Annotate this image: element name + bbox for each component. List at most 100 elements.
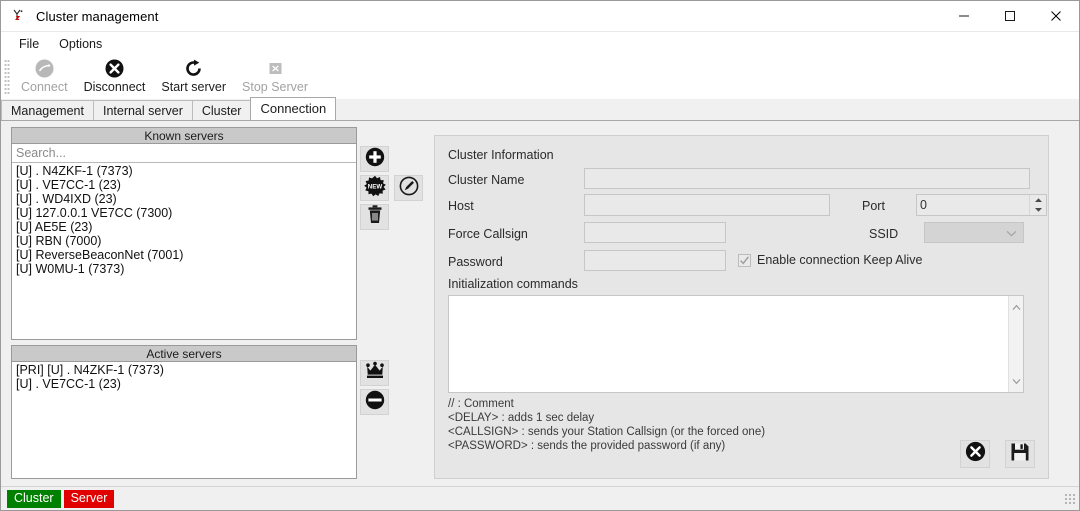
status-badge-server: Server [63,489,115,508]
svg-text:NEW: NEW [367,183,382,190]
init-commands-label: Initialization commands [448,277,578,291]
delete-server-button[interactable] [360,204,389,230]
connect-label: Connect [21,80,68,94]
menu-options[interactable]: Options [49,34,112,54]
active-servers-group: Active servers [PRI] [U] . N4ZKF-1 (7373… [11,345,357,479]
maximize-button[interactable] [987,1,1033,32]
chevron-down-icon [1006,224,1017,242]
init-commands-scrollbar[interactable] [1008,296,1023,392]
cluster-name-label: Cluster Name [448,173,525,187]
start-server-label: Start server [161,80,227,94]
port-input[interactable] [917,195,1029,215]
minimize-button[interactable] [941,1,987,32]
connect-button[interactable]: Connect [13,56,76,98]
list-item[interactable]: [U] . VE7CC-1 (23) [14,377,356,391]
force-callsign-label: Force Callsign [448,227,528,241]
port-spin-arrows [1029,195,1046,215]
trash-icon [365,204,385,231]
toolbar: Connect Disconnect Start server Stop Ser… [1,56,1079,100]
keepalive-checkbox-row[interactable]: Enable connection Keep Alive [738,253,922,267]
stop-server-label: Stop Server [242,80,309,94]
start-server-button[interactable]: Start server [153,56,234,98]
scroll-up-icon[interactable] [1012,298,1021,316]
status-badge-cluster: Cluster [7,489,61,508]
resize-grip[interactable] [1064,492,1076,505]
tab-strip: Management Internal server Cluster Conne… [1,97,1079,121]
stop-server-button[interactable]: Stop Server [234,56,316,98]
window-title: Cluster management [36,8,159,24]
new-server-button[interactable]: NEW [360,175,389,201]
help-line-callsign: <CALLSIGN> : sends your Station Callsign… [448,426,766,438]
list-item[interactable]: [U] ReverseBeaconNet (7001) [14,248,356,262]
antenna-icon [10,7,28,25]
known-servers-list[interactable]: [U] . N4ZKF-1 (7373) [U] . VE7CC-1 (23) … [12,163,356,338]
list-item[interactable]: [U] 127.0.0.1 VE7CC (7300) [14,206,356,220]
list-item[interactable]: [U] . VE7CC-1 (23) [14,178,356,192]
port-label: Port [862,199,885,213]
host-input[interactable] [584,194,830,216]
add-server-button[interactable] [360,146,389,172]
status-bar: Cluster Server [1,486,1079,510]
list-item[interactable]: [U] AE5E (23) [14,220,356,234]
list-item[interactable]: [PRI] [U] . N4ZKF-1 (7373) [14,363,356,377]
disconnect-label: Disconnect [83,80,146,94]
tab-internal-server[interactable]: Internal server [92,100,193,120]
window-controls [941,1,1079,32]
password-input[interactable] [584,250,726,271]
crown-icon [364,361,386,386]
new-burst-icon: NEW [363,175,387,202]
help-line-delay: <DELAY> : adds 1 sec delay [448,412,595,424]
close-button[interactable] [1033,1,1079,32]
scroll-down-icon[interactable] [1012,372,1021,390]
active-servers-list[interactable]: [PRI] [U] . N4ZKF-1 (7373) [U] . VE7CC-1… [12,362,356,478]
disconnect-button[interactable]: Disconnect [76,56,154,98]
list-item[interactable]: [U] RBN (7000) [14,234,356,248]
list-item[interactable]: [U] W0MU-1 (7373) [14,262,356,276]
connect-icon [34,58,55,79]
connection-tab-panel: Known servers [U] . N4ZKF-1 (7373) [U] .… [1,121,1079,486]
keepalive-checkbox[interactable] [738,253,751,267]
menu-bar: File Options [1,32,1079,56]
cluster-information-title: Cluster Information [448,148,554,162]
cancel-button[interactable] [960,440,990,468]
refresh-icon [183,58,204,79]
set-primary-button[interactable] [360,360,389,386]
tab-connection[interactable]: Connection [250,97,337,120]
plus-circle-icon [364,146,386,173]
keepalive-label: Enable connection Keep Alive [757,253,923,267]
help-line-comment: // : Comment [448,398,514,410]
list-item[interactable]: [U] . WD4IXD (23) [14,192,356,206]
edit-pencil-icon [398,175,420,202]
known-servers-group: Known servers [U] . N4ZKF-1 (7373) [U] .… [11,127,357,340]
cluster-name-input[interactable] [584,168,1030,189]
spin-down-icon[interactable] [1030,205,1046,215]
help-line-password: <PASSWORD> : sends the provided password… [448,440,726,452]
disconnect-icon [104,58,125,79]
ssid-select[interactable] [924,222,1024,243]
edit-server-button[interactable] [394,175,423,201]
init-commands-textarea[interactable] [449,296,1008,392]
search-input[interactable] [12,144,356,163]
cluster-management-window: Cluster management File Options Connect … [0,0,1080,511]
title-bar: Cluster management [1,1,1079,32]
spin-up-icon[interactable] [1030,195,1046,205]
cancel-circle-icon [964,440,987,468]
save-button[interactable] [1005,440,1035,468]
remove-active-button[interactable] [360,389,389,415]
cluster-information-panel: Cluster Information Cluster Name Host Po… [434,135,1049,479]
force-callsign-input[interactable] [584,222,726,243]
password-label: Password [448,255,503,269]
tab-management[interactable]: Management [1,100,94,120]
known-servers-title: Known servers [12,128,356,144]
host-label: Host [448,199,474,213]
tab-cluster[interactable]: Cluster [191,100,252,120]
active-servers-title: Active servers [12,346,356,362]
minus-circle-icon [364,389,386,416]
menu-file[interactable]: File [9,34,49,54]
list-item[interactable]: [U] . N4ZKF-1 (7373) [14,164,356,178]
ssid-label: SSID [869,227,899,241]
init-commands-box[interactable] [448,295,1024,393]
toolbar-grip[interactable] [4,59,10,95]
floppy-save-icon [1009,441,1031,468]
port-stepper[interactable] [916,194,1047,216]
